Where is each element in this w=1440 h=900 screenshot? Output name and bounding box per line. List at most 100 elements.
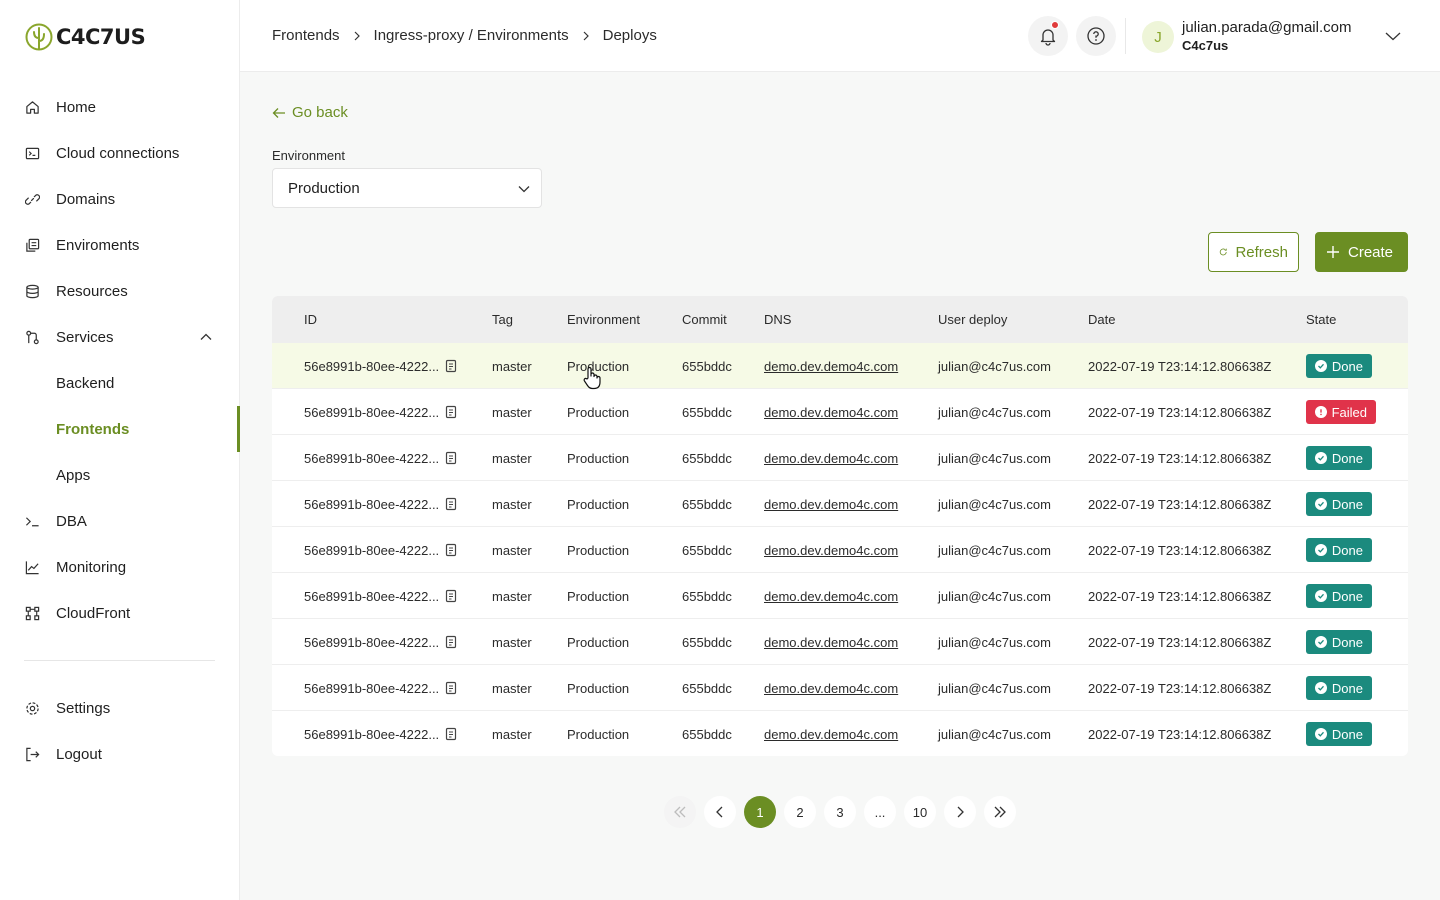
cell-tag: master (492, 634, 532, 650)
table-row[interactable]: 56e8991b-80ee-4222... master Production 655… (272, 664, 1408, 710)
table-row[interactable]: 56e8991b-80ee-4222... master Production 655… (272, 572, 1408, 618)
environment-value: Production (288, 179, 360, 197)
cell-environment: Production (567, 726, 630, 742)
copy-id-button[interactable] (445, 497, 457, 511)
check-circle-icon (1315, 590, 1327, 602)
breadcrumb-frontends[interactable]: Frontends (272, 27, 340, 44)
page-3[interactable]: 3 (824, 796, 856, 828)
sidebar-item-label: Enviroments (56, 236, 140, 254)
chevron-up-icon[interactable] (199, 330, 213, 348)
cell-commit: 655bddc (682, 450, 732, 466)
go-back-link[interactable]: Go back (272, 104, 348, 121)
cell-commit: 655bddc (682, 496, 732, 512)
cell-commit: 655bddc (682, 634, 732, 650)
cell-tag: master (492, 496, 532, 512)
status-badge: Done (1306, 630, 1372, 654)
copy-id-button[interactable] (445, 681, 457, 695)
cell-state: Done (1306, 711, 1372, 756)
cell-id: 56e8991b-80ee-4222... (304, 665, 457, 711)
sidebar-item-logout[interactable]: Logout (0, 731, 239, 777)
sidebar-item-services[interactable]: Services (0, 314, 239, 360)
copy-icon (446, 589, 457, 603)
link-icon (24, 191, 40, 207)
cell-user-deploy: julian@c4c7us.com (938, 496, 1051, 512)
pagination: 1 2 3 ... 10 (664, 796, 1016, 828)
sidebar-item-domains[interactable]: Domains (0, 176, 239, 222)
table-row[interactable]: 56e8991b-80ee-4222... master Production 655… (272, 526, 1408, 572)
prev-page-button[interactable] (704, 796, 736, 828)
dns-link[interactable]: demo.dev.demo4c.com (764, 681, 898, 696)
dns-link[interactable]: demo.dev.demo4c.com (764, 359, 898, 374)
table-body: 56e8991b-80ee-4222... master Production 655… (272, 342, 1408, 756)
header-environment: Environment (567, 311, 640, 327)
copy-id-button[interactable] (445, 405, 457, 419)
page-10[interactable]: 10 (904, 796, 936, 828)
table-row[interactable]: 56e8991b-80ee-4222... master Production 655… (272, 388, 1408, 434)
prompt-icon (24, 513, 40, 529)
page-1[interactable]: 1 (744, 796, 776, 828)
sidebar-item-monitoring[interactable]: Monitoring (0, 544, 239, 590)
cell-id: 56e8991b-80ee-4222... (304, 711, 457, 756)
cell-date: 2022-07-19 T23:14:12.806638Z (1088, 496, 1272, 512)
copy-id-button[interactable] (445, 727, 457, 741)
notifications-button[interactable] (1028, 16, 1068, 56)
dns-link[interactable]: demo.dev.demo4c.com (764, 405, 898, 420)
sidebar-item-label: Apps (56, 466, 91, 484)
next-page-button[interactable] (944, 796, 976, 828)
dns-link[interactable]: demo.dev.demo4c.com (764, 451, 898, 466)
breadcrumb-ingress-proxy[interactable]: Ingress-proxy / Environments (374, 27, 569, 44)
arrow-left-icon (272, 107, 285, 118)
dns-link[interactable]: demo.dev.demo4c.com (764, 543, 898, 558)
sidebar-item-backend[interactable]: Backend (0, 360, 239, 406)
status-badge: Done (1306, 492, 1372, 516)
cell-state: Done (1306, 573, 1372, 619)
sidebar: C4C7US Home Cloud connections Domains En… (0, 0, 240, 900)
brand-logo[interactable]: C4C7US (24, 22, 146, 52)
sidebar-item-label: Cloud connections (56, 144, 180, 162)
first-page-button[interactable] (664, 796, 696, 828)
sidebar-item-dba[interactable]: DBA (0, 498, 239, 544)
table-row[interactable]: 56e8991b-80ee-4222... master Production 655… (272, 434, 1408, 480)
sidebar-item-label: Logout (56, 745, 102, 763)
help-button[interactable] (1076, 16, 1116, 56)
copy-id-button[interactable] (445, 635, 457, 649)
sidebar-item-label: Backend (56, 374, 115, 392)
sidebar-item-enviroments[interactable]: Enviroments (0, 222, 239, 268)
sidebar-item-settings[interactable]: Settings (0, 685, 239, 731)
user-menu[interactable]: J julian.parada@gmail.com C4c7us (1142, 19, 1351, 55)
table-row[interactable]: 56e8991b-80ee-4222... master Production 655… (272, 618, 1408, 664)
chevron-down-icon[interactable] (1384, 27, 1402, 50)
cell-commit: 655bddc (682, 404, 732, 420)
table-row[interactable]: 56e8991b-80ee-4222... master Production 655… (272, 480, 1408, 526)
copy-id-button[interactable] (445, 543, 457, 557)
double-chevron-left-icon (674, 806, 686, 818)
table-row[interactable]: 56e8991b-80ee-4222... master Production 655… (272, 342, 1408, 388)
dns-link[interactable]: demo.dev.demo4c.com (764, 589, 898, 604)
refresh-button[interactable]: Refresh (1208, 232, 1299, 272)
cell-state: Done (1306, 665, 1372, 711)
copy-id-button[interactable] (445, 359, 457, 373)
copy-id-button[interactable] (445, 589, 457, 603)
page-2[interactable]: 2 (784, 796, 816, 828)
status-badge: Done (1306, 538, 1372, 562)
chevron-down-icon (517, 182, 531, 200)
sidebar-item-frontends[interactable]: Frontends (0, 406, 240, 452)
dns-link[interactable]: demo.dev.demo4c.com (764, 727, 898, 742)
sidebar-item-cloudfront[interactable]: CloudFront (0, 590, 239, 636)
status-label: Done (1331, 450, 1363, 466)
environment-select[interactable]: Production (272, 168, 542, 208)
dns-link[interactable]: demo.dev.demo4c.com (764, 497, 898, 512)
table-row[interactable]: 56e8991b-80ee-4222... master Production 655… (272, 710, 1408, 756)
refresh-icon (1219, 248, 1227, 256)
refresh-label: Refresh (1235, 243, 1288, 261)
sidebar-item-cloud-connections[interactable]: Cloud connections (0, 130, 239, 176)
sidebar-item-resources[interactable]: Resources (0, 268, 239, 314)
last-page-button[interactable] (984, 796, 1016, 828)
sidebar-item-apps[interactable]: Apps (0, 452, 239, 498)
environments-icon (24, 237, 40, 253)
create-button[interactable]: Create (1315, 232, 1408, 272)
cell-dns: demo.dev.demo4c.com (764, 389, 898, 435)
dns-link[interactable]: demo.dev.demo4c.com (764, 635, 898, 650)
copy-id-button[interactable] (445, 451, 457, 465)
sidebar-item-home[interactable]: Home (0, 84, 239, 130)
